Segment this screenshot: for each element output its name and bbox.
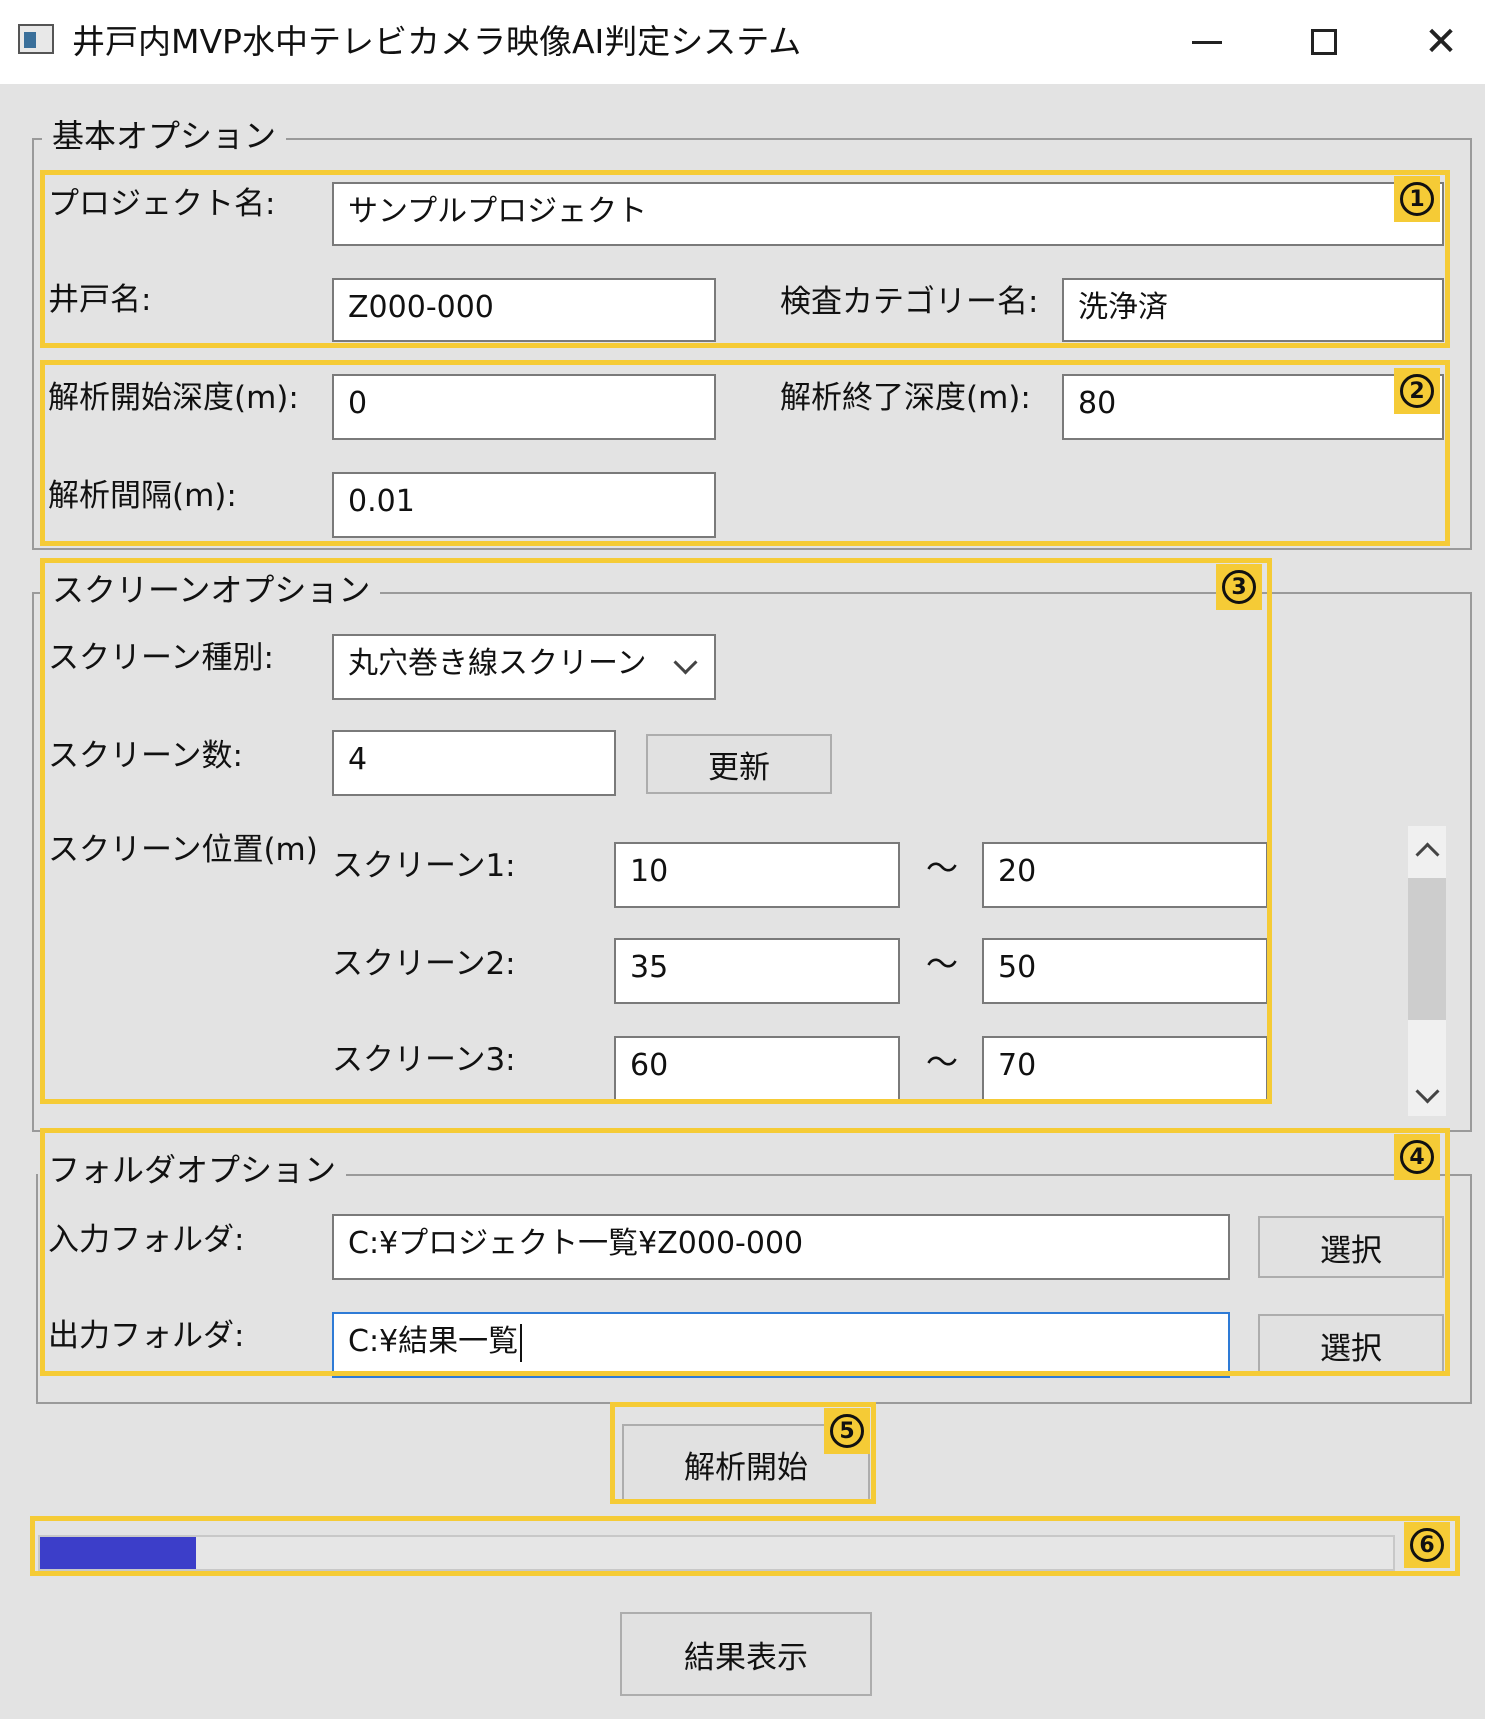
annotation-badge-5: 5 xyxy=(824,1408,870,1454)
annotation-box-3 xyxy=(40,558,1272,1104)
annotation-badge-1: 1 xyxy=(1394,176,1440,222)
close-icon: ✕ xyxy=(1424,19,1458,65)
scrollbar-thumb[interactable] xyxy=(1408,878,1446,1020)
show-results-button[interactable]: 結果表示 xyxy=(620,1612,872,1696)
scroll-down-icon[interactable] xyxy=(1415,1079,1440,1104)
annotation-badge-4: 4 xyxy=(1394,1134,1440,1180)
close-button[interactable]: ✕ xyxy=(1382,0,1485,84)
annotation-badge-3: 3 xyxy=(1216,564,1262,610)
annotation-box-1 xyxy=(40,170,1450,348)
annotation-box-2 xyxy=(40,360,1450,546)
minimize-icon xyxy=(1192,40,1222,44)
app-icon xyxy=(18,24,54,54)
scroll-up-icon[interactable] xyxy=(1415,842,1440,867)
annotation-badge-2: 2 xyxy=(1394,368,1440,414)
maximize-icon xyxy=(1311,29,1337,55)
annotation-box-4 xyxy=(40,1128,1450,1376)
annotation-badge-6: 6 xyxy=(1404,1522,1450,1568)
annotation-box-6 xyxy=(30,1516,1460,1576)
maximize-button[interactable] xyxy=(1265,0,1383,84)
basic-options-legend: 基本オプション xyxy=(42,114,287,158)
minimize-button[interactable] xyxy=(1148,0,1266,84)
window-title: 井戸内MVP水中テレビカメラ映像AI判定システム xyxy=(72,22,802,61)
